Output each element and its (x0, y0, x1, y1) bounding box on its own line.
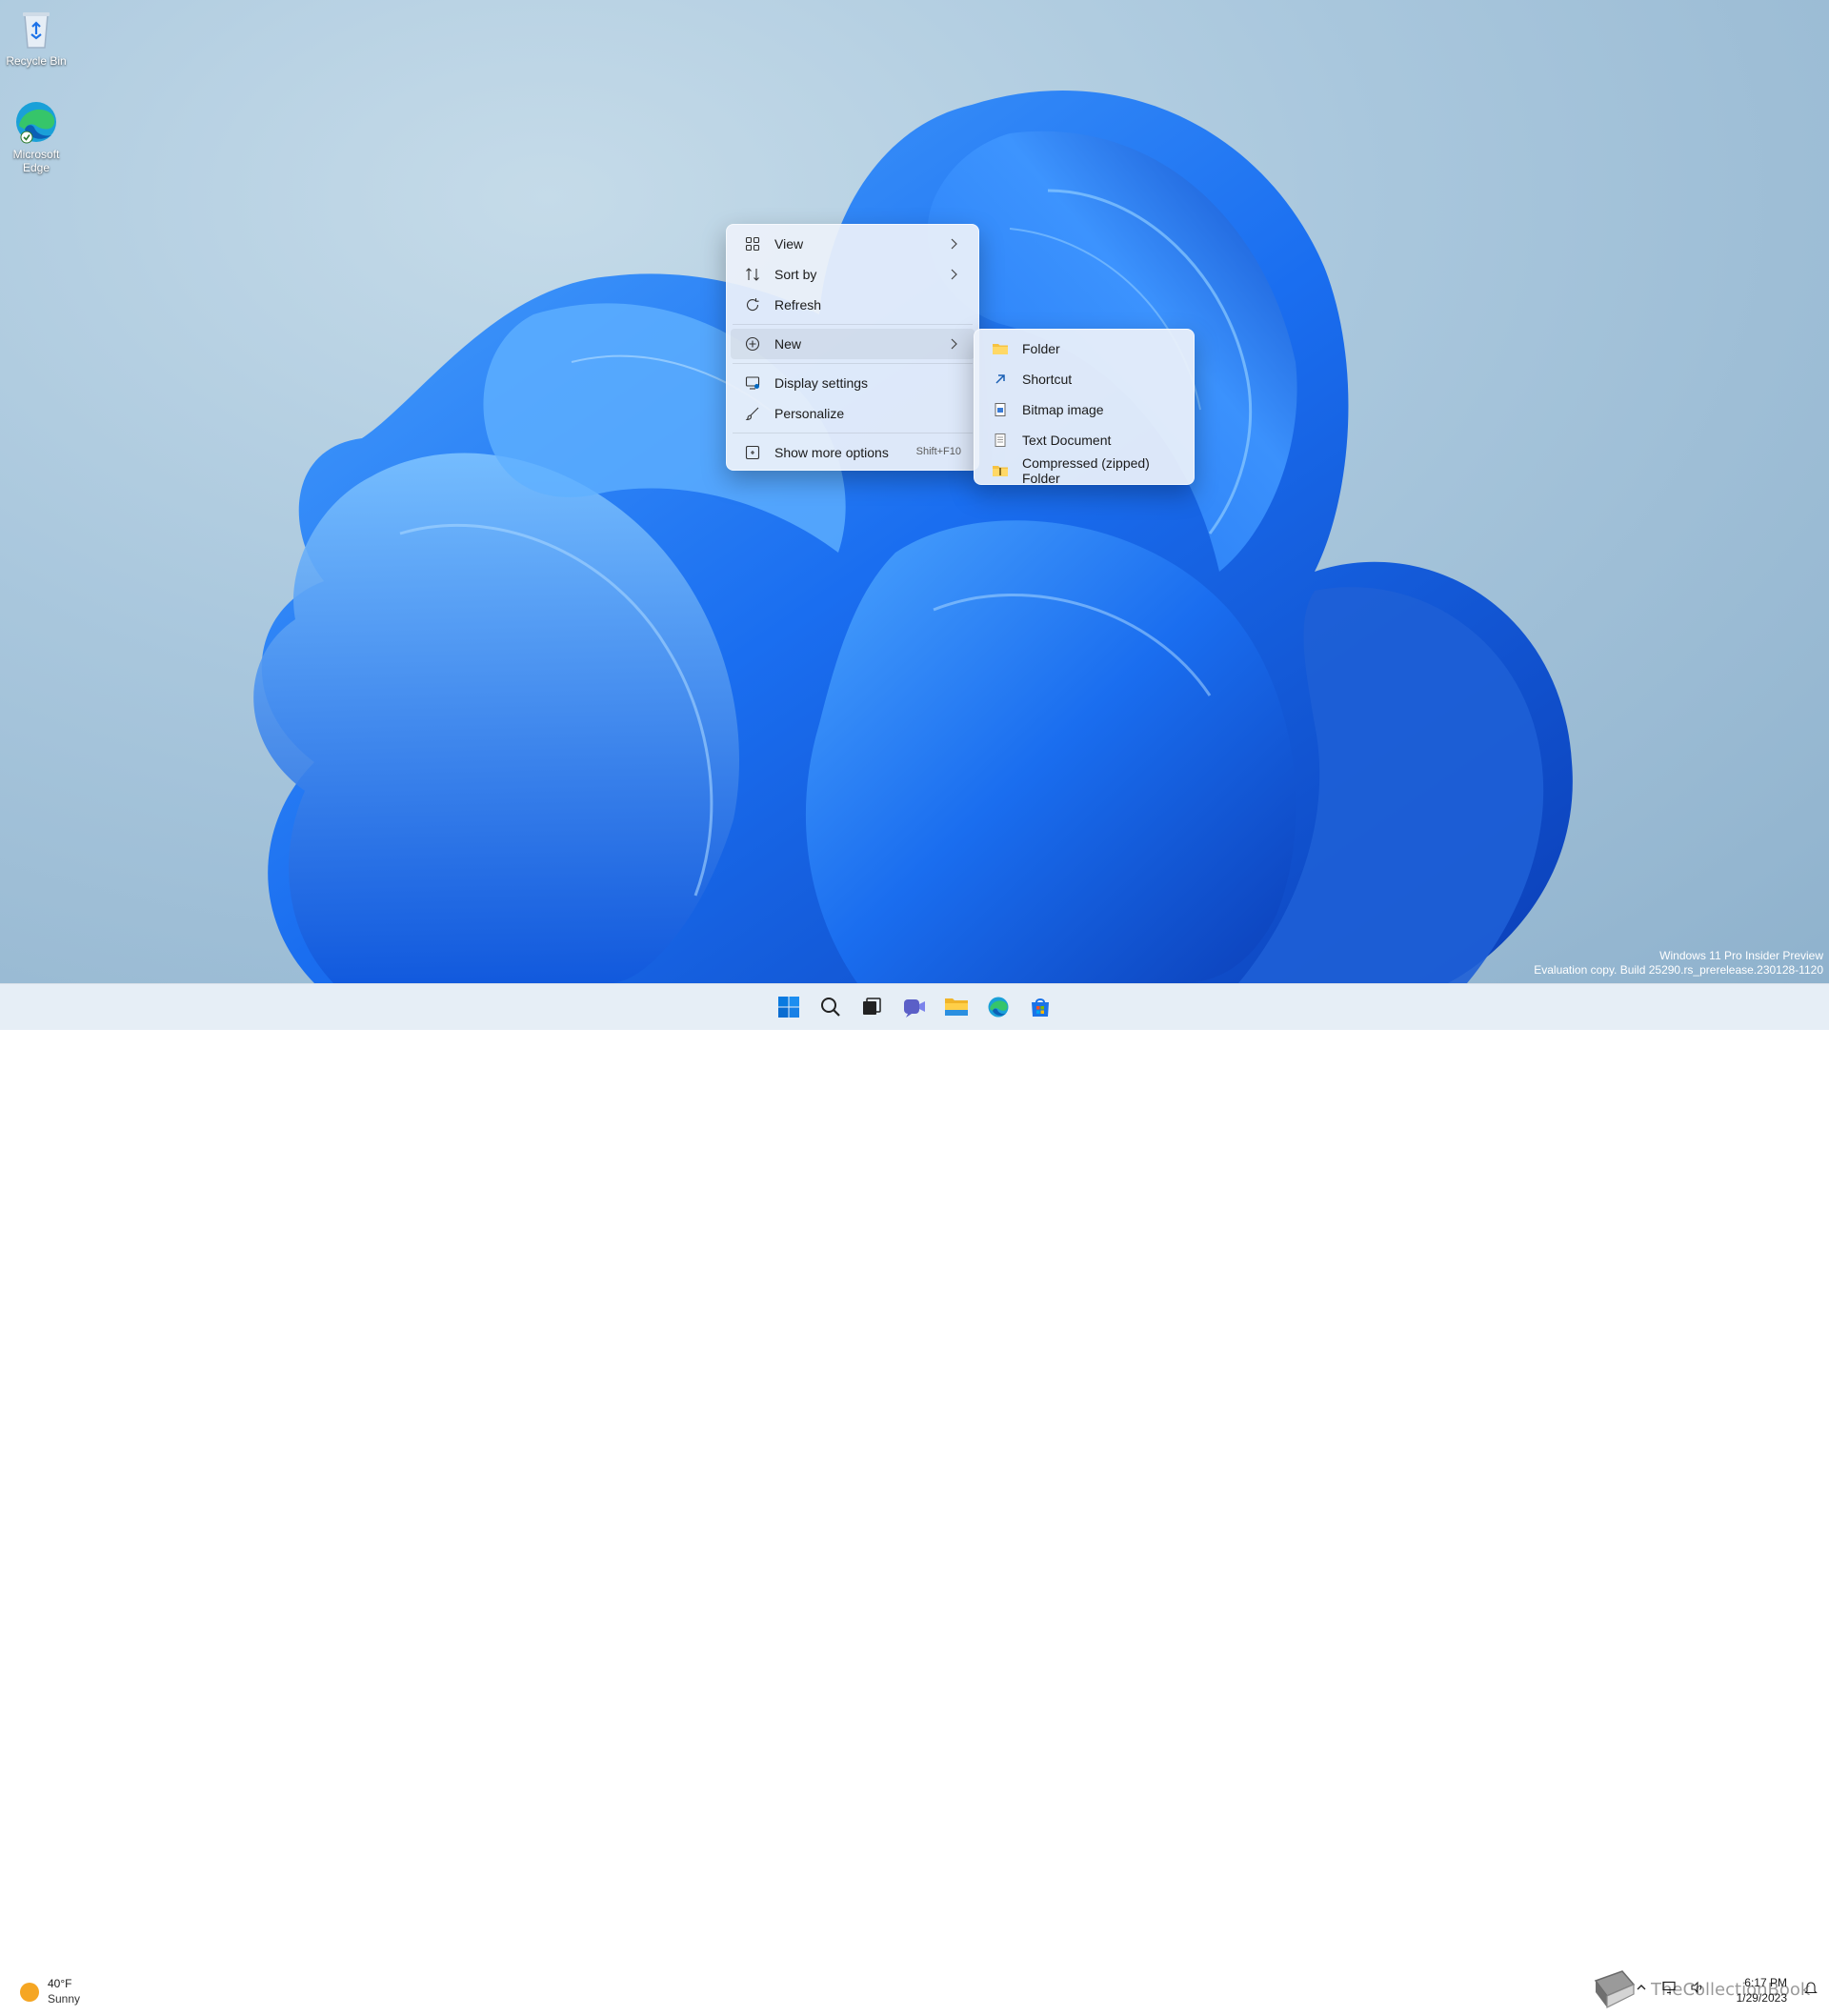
edge-icon (988, 997, 1009, 1018)
bitmap-icon (992, 401, 1009, 418)
menu-item-label: Refresh (774, 297, 822, 312)
menu-item-display-settings[interactable]: Display settings (731, 368, 975, 398)
watermark-line-1: Windows 11 Pro Insider Preview (1659, 949, 1823, 962)
folder-icon (992, 340, 1009, 357)
taskbar: 40°F Sunny TheCollectionBook 6:17 PM 1/2… (0, 983, 1829, 2008)
desktop[interactable]: Recycle Bin Microsoft Edge Windows 11 Pr… (0, 0, 1829, 983)
menu-separator (733, 363, 973, 364)
submenu-item-compressed-folder[interactable]: Compressed (zipped) Folder (978, 455, 1190, 486)
clock-time: 6:17 PM (1744, 1976, 1787, 1989)
clock[interactable]: 6:17 PM 1/29/2023 (1737, 1975, 1787, 2006)
menu-item-refresh[interactable]: Refresh (731, 290, 975, 320)
menu-separator (733, 324, 973, 325)
search-icon (821, 998, 840, 1017)
watermark-line-2: Evaluation copy. Build 25290.rs_prerelea… (1534, 963, 1823, 977)
edge-icon (13, 99, 59, 145)
chevron-right-icon (946, 267, 961, 282)
store-icon (1032, 998, 1049, 1017)
menu-item-label: Personalize (774, 406, 845, 421)
desktop-context-menu: View Sort by Refresh New Display setting… (726, 224, 979, 471)
evaluation-watermark: Windows 11 Pro Insider Preview Evaluatio… (1534, 949, 1823, 978)
notification-bell-icon[interactable] (1804, 1981, 1818, 2001)
file-explorer-icon (945, 998, 968, 1016)
menu-item-label: Display settings (774, 375, 869, 391)
task-view-button[interactable] (853, 988, 891, 1026)
refresh-icon (744, 296, 761, 313)
submenu-item-label: Compressed (zipped) Folder (1022, 455, 1150, 486)
menu-item-label: New (774, 336, 802, 352)
menu-item-view[interactable]: View (731, 229, 975, 259)
menu-item-accelerator: Shift+F10 (915, 446, 961, 457)
desktop-icon-label: Microsoft Edge (12, 148, 60, 174)
file-explorer-button[interactable] (937, 988, 975, 1026)
submenu-item-text-document[interactable]: Text Document (978, 425, 1190, 455)
chevron-right-icon (946, 236, 961, 252)
sort-icon (744, 266, 761, 283)
submenu-item-bitmap-image[interactable]: Bitmap image (978, 394, 1190, 425)
shortcut-icon (992, 371, 1009, 388)
zip-folder-icon (992, 462, 1009, 479)
menu-item-label: Show more options (774, 445, 889, 460)
submenu-item-folder[interactable]: Folder (978, 333, 1190, 364)
menu-item-new[interactable]: New (731, 329, 975, 359)
menu-item-label: Sort by (774, 267, 817, 282)
weather-condition: Sunny (48, 1992, 81, 2006)
bloom-wallpaper (253, 91, 1573, 983)
store-button[interactable] (1021, 988, 1059, 1026)
new-submenu: Folder Shortcut Bitmap image Text Docume… (974, 329, 1195, 486)
new-plus-icon (744, 335, 761, 353)
text-document-icon (992, 432, 1009, 449)
recycle-bin-icon (13, 6, 59, 51)
menu-item-personalize[interactable]: Personalize (731, 398, 975, 429)
start-icon (778, 997, 799, 1018)
submenu-item-label: Bitmap image (1022, 402, 1104, 417)
menu-item-show-more-options[interactable]: Show more options Shift+F10 (731, 437, 975, 468)
edge-taskbar-button[interactable] (979, 988, 1017, 1026)
weather-temp: 40°F (48, 1977, 72, 1990)
view-grid-icon (744, 235, 761, 252)
display-icon (744, 374, 761, 392)
submenu-item-label: Text Document (1022, 433, 1112, 448)
menu-item-sort-by[interactable]: Sort by (731, 259, 975, 290)
submenu-item-label: Folder (1022, 341, 1060, 356)
start-button[interactable] (770, 988, 808, 1026)
book-logo-icon (1586, 1964, 1639, 2016)
more-options-icon (744, 444, 761, 461)
task-view-icon (863, 998, 881, 1015)
brush-icon (744, 405, 761, 422)
chevron-right-icon (946, 336, 961, 352)
submenu-item-label: Shortcut (1022, 372, 1073, 387)
desktop-icon-recycle-bin[interactable]: Recycle Bin (0, 6, 72, 68)
search-button[interactable] (812, 988, 850, 1026)
chat-button[interactable] (895, 988, 934, 1026)
chat-icon (904, 999, 925, 1018)
desktop-icon-microsoft-edge[interactable]: Microsoft Edge (0, 99, 72, 174)
weather-widget[interactable]: 40°F Sunny (15, 1975, 130, 2007)
sun-icon (20, 1983, 39, 2002)
desktop-icon-label: Recycle Bin (6, 54, 67, 68)
menu-item-label: View (774, 236, 804, 252)
submenu-item-shortcut[interactable]: Shortcut (978, 364, 1190, 394)
clock-date: 1/29/2023 (1736, 1991, 1787, 2005)
